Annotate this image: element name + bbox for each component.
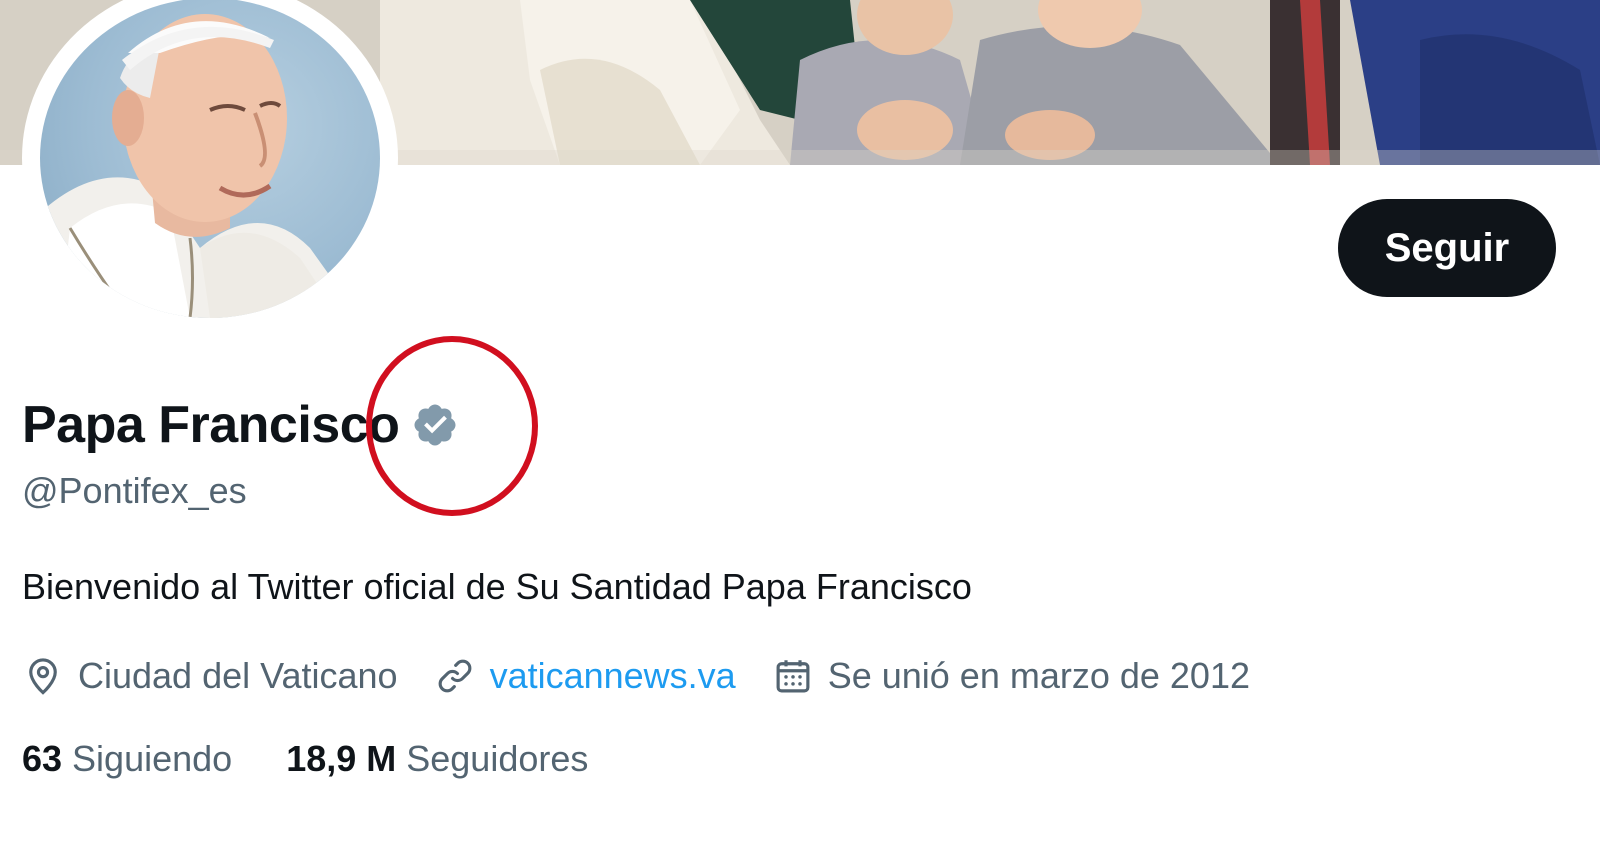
- profile-meta: Ciudad del Vaticano vaticannews.va Se un…: [22, 650, 1286, 702]
- avatar[interactable]: [22, 0, 398, 336]
- name-row: Papa Francisco: [22, 392, 459, 458]
- avatar-image: [40, 0, 380, 318]
- following-link[interactable]: 63 Siguiendo: [22, 738, 232, 780]
- profile-stats: 63 Siguiendo 18,9 M Seguidores: [22, 734, 642, 784]
- location-text: Ciudad del Vaticano: [78, 655, 398, 696]
- following-label: Siguiendo: [72, 738, 233, 779]
- follow-button[interactable]: Seguir: [1338, 199, 1556, 297]
- website-item: vaticannews.va: [434, 655, 736, 697]
- followers-link[interactable]: 18,9 M Seguidores: [286, 738, 588, 780]
- avatar-portrait: [40, 14, 360, 318]
- followers-count: 18,9 M: [286, 738, 397, 779]
- location-item: Ciudad del Vaticano: [22, 655, 398, 697]
- display-name: Papa Francisco: [22, 396, 400, 454]
- user-handle: @Pontifex_es: [22, 470, 247, 511]
- link-icon: [438, 659, 471, 693]
- profile-page: Seguir Papa Francisco @Pontifex_es Bienv…: [0, 0, 1600, 853]
- joined-text: Se unió en marzo de 2012: [827, 655, 1250, 696]
- verified-badge-icon[interactable]: [411, 401, 459, 449]
- website-link[interactable]: vaticannews.va: [490, 655, 736, 697]
- followers-label: Seguidores: [406, 738, 589, 779]
- profile-bio: Bienvenido al Twitter oficial de Su Sant…: [22, 566, 972, 607]
- calendar-icon: [776, 660, 810, 693]
- joined-item: Se unió en marzo de 2012: [772, 655, 1250, 697]
- location-pin-icon: [29, 658, 57, 695]
- following-count: 63: [22, 738, 63, 779]
